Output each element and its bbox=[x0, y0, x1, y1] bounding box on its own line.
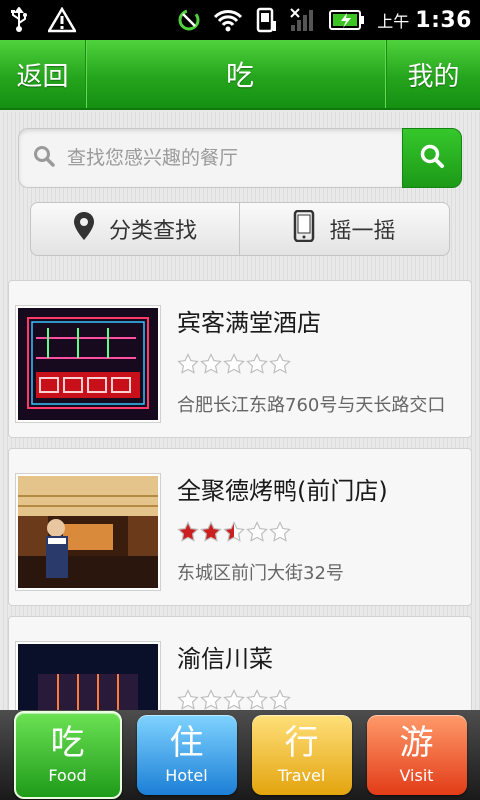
tab-travel-glyph: 行 bbox=[284, 722, 319, 763]
star-icon bbox=[246, 521, 268, 547]
signal-icon bbox=[289, 7, 317, 33]
warning-icon bbox=[48, 7, 76, 33]
action-buttons: 分类查找 摇一摇 bbox=[30, 202, 450, 256]
search-icon bbox=[33, 145, 55, 171]
status-bar: 上午 1:36 bbox=[0, 0, 480, 40]
wifi-icon bbox=[213, 8, 243, 32]
restaurant-name: 宾客满堂酒店 bbox=[177, 309, 321, 337]
restaurant-name: 全聚德烤鸭(前门店) bbox=[177, 477, 388, 505]
clock-ampm: 上午 bbox=[377, 12, 410, 31]
mine-button[interactable]: 我的 bbox=[386, 40, 480, 108]
star-icon bbox=[223, 353, 245, 379]
bottom-tab-bar: 吃 Food 住 Hotel 行 Travel 游 Visit bbox=[0, 710, 480, 800]
star-icon bbox=[200, 689, 222, 710]
star-icon bbox=[269, 689, 291, 710]
restaurant-card[interactable]: 渝信川菜 bbox=[8, 616, 472, 710]
search-input[interactable] bbox=[67, 147, 367, 169]
restaurant-name: 渝信川菜 bbox=[177, 645, 273, 673]
star-icon bbox=[177, 689, 199, 710]
usb-icon bbox=[8, 7, 30, 33]
restaurant-address: 合肥长江东路760号与天长路交口 bbox=[177, 395, 446, 416]
search-button[interactable] bbox=[402, 128, 462, 188]
star-icon bbox=[223, 521, 245, 547]
star-icon bbox=[246, 689, 268, 710]
rating-stars bbox=[177, 689, 291, 710]
search-bar bbox=[18, 128, 462, 188]
restaurant-list: 宾客满堂酒店 合肥长江东路760号与天长路交口 全聚德烤鸭(前门店) 东城区前门… bbox=[8, 280, 472, 710]
phone-icon bbox=[293, 209, 315, 248]
tab-visit[interactable]: 游 Visit bbox=[366, 715, 467, 795]
star-icon bbox=[177, 353, 199, 379]
tab-travel-label: Travel bbox=[277, 765, 326, 785]
battery-charging-icon bbox=[329, 9, 365, 31]
shake-button[interactable]: 摇一摇 bbox=[240, 202, 450, 256]
app-header: 返回 吃 我的 bbox=[0, 40, 480, 110]
tab-food-label: Food bbox=[48, 765, 87, 785]
restaurant-card[interactable]: 全聚德烤鸭(前门店) 东城区前门大街32号 bbox=[8, 448, 472, 606]
search-icon bbox=[419, 143, 445, 173]
clock-time: 1:36 bbox=[415, 7, 472, 33]
tab-hotel-glyph: 住 bbox=[169, 722, 204, 763]
star-icon bbox=[269, 521, 291, 547]
star-icon bbox=[269, 353, 291, 379]
tab-visit-glyph: 游 bbox=[399, 722, 434, 763]
search-field[interactable] bbox=[18, 128, 404, 188]
star-icon bbox=[200, 353, 222, 379]
shake-label: 摇一摇 bbox=[329, 219, 396, 244]
tab-food[interactable]: 吃 Food bbox=[13, 711, 122, 799]
star-icon bbox=[223, 689, 245, 710]
restaurant-photo bbox=[15, 473, 161, 591]
phone-icon bbox=[255, 7, 277, 33]
star-icon bbox=[177, 521, 199, 547]
category-search-button[interactable]: 分类查找 bbox=[30, 202, 240, 256]
tab-visit-label: Visit bbox=[399, 765, 434, 785]
tab-travel[interactable]: 行 Travel bbox=[251, 715, 352, 795]
rating-stars bbox=[177, 521, 291, 547]
rating-stars bbox=[177, 353, 291, 379]
tab-food-glyph: 吃 bbox=[50, 722, 85, 763]
star-icon bbox=[246, 353, 268, 379]
tab-hotel[interactable]: 住 Hotel bbox=[136, 715, 237, 795]
restaurant-address: 东城区前门大街32号 bbox=[177, 563, 344, 584]
location-pin-icon bbox=[73, 211, 95, 247]
sync-icon bbox=[177, 8, 201, 32]
restaurant-card[interactable]: 宾客满堂酒店 合肥长江东路760号与天长路交口 bbox=[8, 280, 472, 438]
category-search-label: 分类查找 bbox=[108, 219, 197, 244]
main-content: 分类查找 摇一摇 bbox=[0, 112, 480, 710]
restaurant-photo bbox=[15, 641, 161, 710]
tab-hotel-label: Hotel bbox=[165, 765, 208, 785]
restaurant-photo bbox=[15, 305, 161, 423]
back-button[interactable]: 返回 bbox=[0, 40, 86, 108]
star-icon bbox=[200, 521, 222, 547]
